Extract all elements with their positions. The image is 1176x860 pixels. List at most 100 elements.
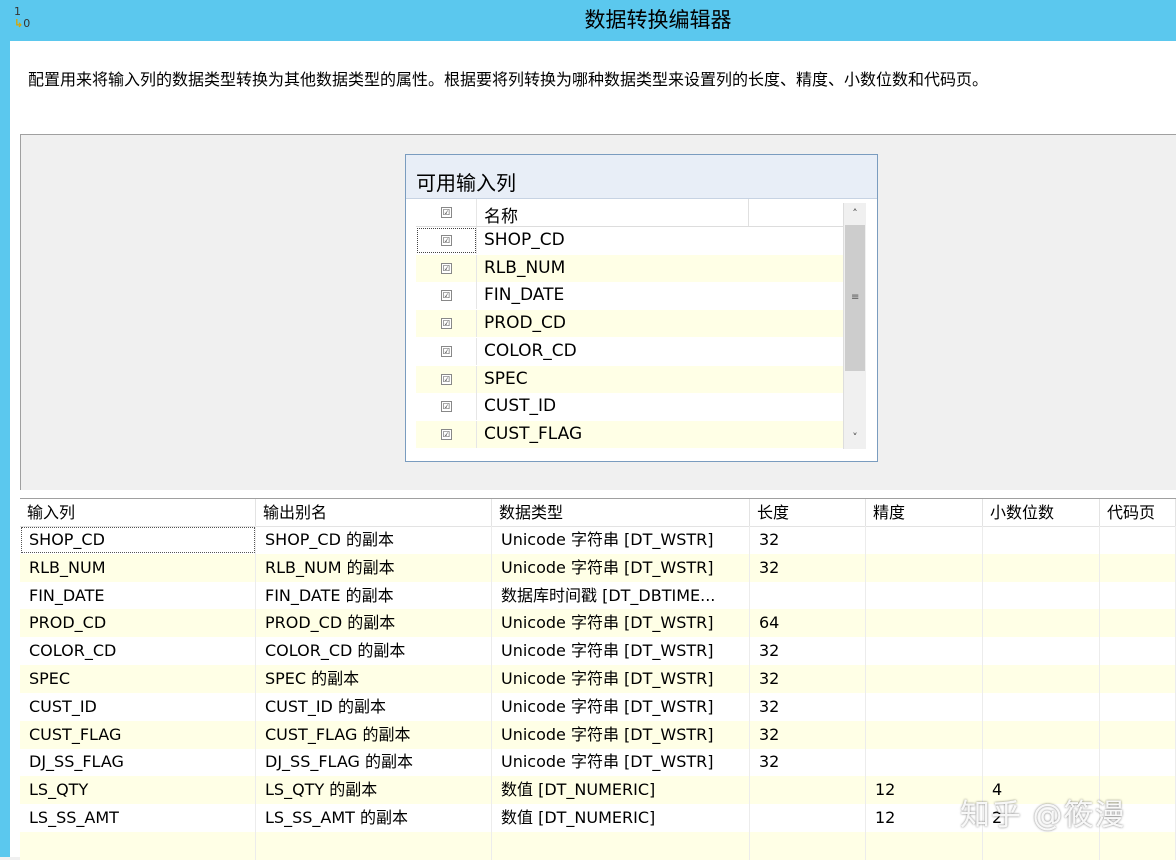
cell-length[interactable]: 32 [750, 553, 866, 582]
cell-data-type[interactable]: Unicode 字符串 [DT_WSTR] [492, 748, 750, 777]
table-row[interactable]: COLOR_CD COLOR_CD 的副本 Unicode 字符串 [DT_WSTR… [20, 637, 1176, 666]
column-header-output-alias[interactable]: 输出别名 [256, 499, 492, 526]
cell-length[interactable]: 32 [750, 526, 866, 554]
cell-output-alias[interactable]: LS_SS_AMT 的副本 [256, 804, 492, 832]
cell-scale[interactable] [983, 581, 1100, 610]
list-item-checkbox[interactable]: ☑ [416, 337, 477, 365]
list-vertical-scrollbar[interactable]: ˄ ≡ ˅ [843, 203, 866, 449]
cell-output-alias[interactable]: LS_QTY 的副本 [256, 776, 492, 805]
cell-precision[interactable] [866, 526, 983, 554]
cell-precision[interactable] [866, 609, 983, 638]
cell-input-column[interactable]: DJ_SS_FLAG [20, 748, 256, 777]
title-bar[interactable]: 1 ↳0 数据转换编辑器 [0, 0, 1176, 41]
list-item[interactable]: ☑ RLB_NUM [416, 254, 843, 282]
cell-scale[interactable] [983, 526, 1100, 554]
cell-data-type[interactable]: 数据库时间戳 [DT_DBTIME... [492, 581, 750, 610]
list-item-checkbox[interactable]: ☑ [416, 310, 477, 338]
cell-data-type[interactable]: 数值 [DT_NUMERIC] [492, 776, 750, 805]
list-item-checkbox[interactable]: ☑ [416, 420, 477, 448]
list-item[interactable]: ☑ CUST_FLAG [416, 420, 843, 448]
table-row[interactable]: PROD_CD PROD_CD 的副本 Unicode 字符串 [DT_WSTR] 6… [20, 609, 1176, 638]
cell-length[interactable] [750, 804, 866, 832]
cell-empty[interactable] [750, 831, 866, 860]
table-row[interactable]: DJ_SS_FLAG DJ_SS_FLAG 的副本 Unicode 字符串 [DT_… [20, 748, 1176, 777]
cell-empty[interactable] [492, 831, 750, 860]
list-item[interactable]: ☑ PROD_CD [416, 310, 843, 338]
cell-input-column[interactable]: SPEC [20, 665, 256, 693]
column-header-data-type[interactable]: 数据类型 [492, 499, 750, 526]
cell-empty[interactable] [256, 831, 492, 860]
cell-input-column[interactable]: COLOR_CD [20, 637, 256, 666]
cell-code-page[interactable] [1100, 526, 1176, 554]
list-item-checkbox[interactable]: ☑ [416, 227, 477, 254]
cell-input-column[interactable]: FIN_DATE [20, 581, 256, 610]
cell-data-type[interactable]: 数值 [DT_NUMERIC] [492, 804, 750, 832]
cell-code-page[interactable] [1100, 637, 1176, 666]
cell-precision[interactable] [866, 581, 983, 610]
cell-precision[interactable] [866, 748, 983, 777]
cell-code-page[interactable] [1100, 553, 1176, 582]
list-item-checkbox[interactable]: ☑ [416, 282, 477, 310]
column-header-length[interactable]: 长度 [750, 499, 866, 526]
list-item-checkbox[interactable]: ☑ [416, 254, 477, 282]
cell-length[interactable]: 32 [750, 720, 866, 749]
cell-length[interactable]: 32 [750, 665, 866, 693]
cell-scale[interactable] [983, 692, 1100, 721]
table-row[interactable]: SPEC SPEC 的副本 Unicode 字符串 [DT_WSTR] 32 [20, 665, 1176, 693]
cell-empty[interactable] [983, 831, 1100, 860]
list-item[interactable]: ☑ FIN_DATE [416, 282, 843, 310]
cell-precision[interactable] [866, 553, 983, 582]
cell-data-type[interactable]: Unicode 字符串 [DT_WSTR] [492, 692, 750, 721]
cell-code-page[interactable] [1100, 665, 1176, 693]
column-header-precision[interactable]: 精度 [866, 499, 983, 526]
cell-scale[interactable] [983, 609, 1100, 638]
cell-output-alias[interactable]: SPEC 的副本 [256, 665, 492, 693]
table-row[interactable]: FIN_DATE FIN_DATE 的副本 数据库时间戳 [DT_DBTIME... [20, 581, 1176, 610]
cell-length[interactable]: 32 [750, 748, 866, 777]
cell-input-column[interactable]: CUST_ID [20, 692, 256, 721]
column-header-code-page[interactable]: 代码页 [1100, 499, 1176, 526]
cell-code-page[interactable] [1100, 692, 1176, 721]
cell-code-page[interactable] [1100, 720, 1176, 749]
list-item[interactable]: ☑ CUST_ID [416, 393, 843, 421]
cell-precision[interactable] [866, 637, 983, 666]
cell-output-alias[interactable]: FIN_DATE 的副本 [256, 581, 492, 610]
scroll-down-icon[interactable]: ˅ [844, 427, 866, 449]
table-row[interactable]: SHOP_CD SHOP_CD 的副本 Unicode 字符串 [DT_WSTR] 3… [20, 526, 1176, 554]
table-row[interactable]: CUST_ID CUST_ID 的副本 Unicode 字符串 [DT_WSTR] 3… [20, 692, 1176, 721]
cell-data-type[interactable]: Unicode 字符串 [DT_WSTR] [492, 609, 750, 638]
select-all-checkbox[interactable]: ☑ [416, 199, 477, 226]
cell-empty[interactable] [20, 831, 256, 860]
cell-precision[interactable] [866, 665, 983, 693]
cell-scale[interactable] [983, 720, 1100, 749]
cell-scale[interactable] [983, 748, 1100, 777]
cell-scale[interactable] [983, 553, 1100, 582]
cell-output-alias[interactable]: PROD_CD 的副本 [256, 609, 492, 638]
column-header-input-column[interactable]: 输入列 [20, 499, 256, 526]
cell-precision[interactable] [866, 720, 983, 749]
cell-length[interactable]: 32 [750, 692, 866, 721]
column-header-scale[interactable]: 小数位数 [983, 499, 1100, 526]
list-item[interactable]: ☑ SPEC [416, 365, 843, 393]
cell-scale[interactable] [983, 637, 1100, 666]
cell-output-alias[interactable]: CUST_ID 的副本 [256, 692, 492, 721]
scroll-thumb[interactable]: ≡ [845, 225, 865, 371]
table-row[interactable]: CUST_FLAG CUST_FLAG 的副本 Unicode 字符串 [DT_WS… [20, 720, 1176, 749]
cell-length[interactable] [750, 581, 866, 610]
cell-code-page[interactable] [1100, 609, 1176, 638]
cell-code-page[interactable] [1100, 748, 1176, 777]
cell-data-type[interactable]: Unicode 字符串 [DT_WSTR] [492, 553, 750, 582]
cell-input-column[interactable]: SHOP_CD [20, 526, 256, 554]
cell-input-column[interactable]: CUST_FLAG [20, 720, 256, 749]
cell-length[interactable]: 64 [750, 609, 866, 638]
cell-data-type[interactable]: Unicode 字符串 [DT_WSTR] [492, 665, 750, 693]
cell-empty[interactable] [866, 831, 983, 860]
list-item[interactable]: ☑ COLOR_CD [416, 337, 843, 365]
cell-output-alias[interactable]: COLOR_CD 的副本 [256, 637, 492, 666]
cell-data-type[interactable]: Unicode 字符串 [DT_WSTR] [492, 720, 750, 749]
cell-empty[interactable] [1100, 831, 1176, 860]
table-row-empty[interactable] [20, 831, 1176, 860]
cell-length[interactable] [750, 776, 866, 805]
cell-output-alias[interactable]: CUST_FLAG 的副本 [256, 720, 492, 749]
table-row[interactable]: RLB_NUM RLB_NUM 的副本 Unicode 字符串 [DT_WSTR] 3… [20, 553, 1176, 582]
